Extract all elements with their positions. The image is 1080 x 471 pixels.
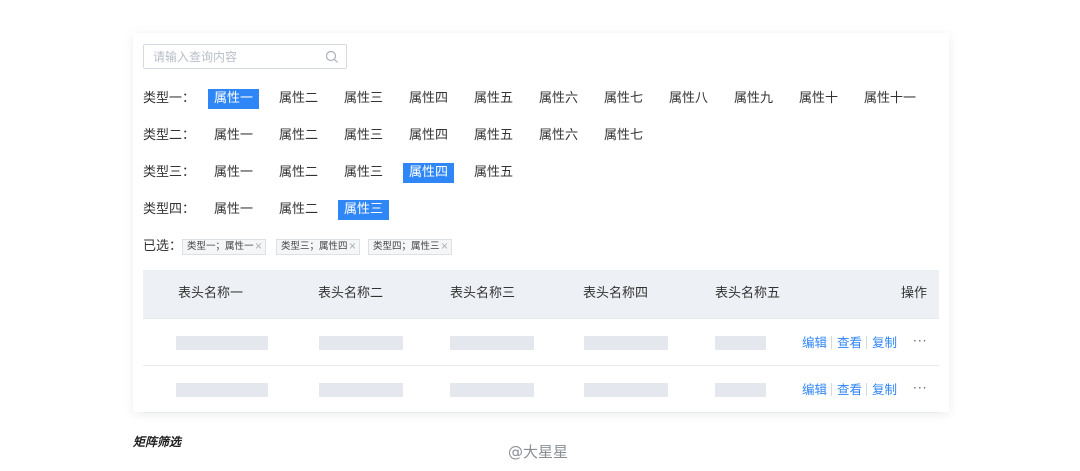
cell-placeholder [176, 383, 268, 397]
close-icon[interactable]: × [349, 241, 357, 252]
selected-chip: 类型四；属性三× [368, 239, 453, 255]
cell-placeholder [450, 336, 534, 350]
filter-label: 类型一： [143, 91, 196, 106]
filter-option[interactable]: 属性五 [468, 163, 519, 183]
edit-link[interactable]: 编辑 [802, 366, 827, 413]
filter-option[interactable]: 属性四 [403, 126, 454, 146]
cell-placeholder [319, 336, 403, 350]
edit-link[interactable]: 编辑 [802, 319, 827, 366]
filter-option[interactable]: 属性一 [208, 89, 260, 109]
divider [831, 336, 832, 349]
cell-placeholder [450, 383, 534, 397]
column-header[interactable]: 表头名称四 [583, 270, 648, 318]
filter-option[interactable]: 属性十一 [858, 89, 922, 109]
filter-card: 类型一： 属性一 属性二 属性三 属性四 属性五 属性六 属性七 属性八 属性九… [133, 33, 949, 413]
cell-placeholder [715, 336, 766, 350]
search-icon[interactable] [325, 50, 339, 64]
filter-option[interactable]: 属性六 [533, 89, 584, 109]
table-header: 表头名称一 表头名称二 表头名称三 表头名称四 表头名称五 操作 [143, 270, 939, 318]
filter-option[interactable]: 属性一 [208, 200, 259, 220]
cell-placeholder [715, 383, 766, 397]
chip-label: 类型四；属性三 [373, 241, 440, 252]
filter-option[interactable]: 属性二 [273, 163, 324, 183]
divider [831, 383, 832, 396]
selected-chip: 类型三；属性四× [276, 239, 361, 255]
view-link[interactable]: 查看 [837, 319, 862, 366]
copy-link[interactable]: 复制 [872, 319, 897, 366]
view-link[interactable]: 查看 [837, 366, 862, 413]
close-icon[interactable]: × [441, 241, 449, 252]
filter-label: 类型三： [143, 165, 196, 180]
filter-option[interactable]: 属性五 [468, 126, 519, 146]
table-row: 编辑 查看 复制 ··· [143, 366, 939, 413]
watermark: @大星星 [508, 443, 569, 461]
filter-option[interactable]: 属性三 [338, 126, 389, 146]
search-box [143, 44, 347, 69]
filter-option[interactable]: 属性一 [208, 126, 259, 146]
more-icon[interactable]: ··· [913, 366, 927, 410]
filter-option[interactable]: 属性五 [468, 89, 519, 109]
more-icon[interactable]: ··· [913, 319, 927, 363]
filter-option[interactable]: 属性二 [273, 200, 324, 220]
filter-label: 类型四： [143, 202, 196, 217]
filter-option[interactable]: 属性十 [793, 89, 844, 109]
filter-option[interactable]: 属性一 [208, 163, 259, 183]
cell-placeholder [319, 383, 403, 397]
filter-option[interactable]: 属性三 [338, 200, 390, 220]
selected-label: 已选： [143, 239, 183, 254]
search-input[interactable] [144, 45, 323, 68]
cell-placeholder [584, 383, 668, 397]
column-header[interactable]: 表头名称二 [318, 270, 383, 318]
column-header-actions: 操作 [901, 286, 928, 301]
filter-option[interactable]: 属性七 [598, 126, 649, 146]
column-header[interactable]: 表头名称五 [715, 270, 780, 318]
chip-label: 类型一；属性一 [187, 241, 254, 252]
filter-label: 类型二： [143, 128, 196, 143]
column-header[interactable]: 表头名称三 [450, 270, 515, 318]
filter-option[interactable]: 属性八 [663, 89, 714, 109]
caption: 矩阵筛选 [133, 435, 182, 449]
filter-option[interactable]: 属性三 [338, 89, 389, 109]
selected-chip: 类型一；属性一× [182, 239, 267, 255]
filter-option[interactable]: 属性四 [403, 89, 454, 109]
cell-placeholder [176, 336, 268, 350]
table-row: 编辑 查看 复制 ··· [143, 319, 939, 366]
divider [866, 383, 867, 396]
divider [866, 336, 867, 349]
column-header[interactable]: 表头名称一 [178, 270, 243, 318]
filter-option[interactable]: 属性七 [598, 89, 649, 109]
filter-option[interactable]: 属性二 [273, 126, 324, 146]
close-icon[interactable]: × [255, 241, 263, 252]
filter-option[interactable]: 属性三 [338, 163, 389, 183]
cell-placeholder [584, 336, 668, 350]
chip-label: 类型三；属性四 [281, 241, 348, 252]
filter-option[interactable]: 属性九 [728, 89, 779, 109]
filter-option[interactable]: 属性四 [403, 163, 455, 183]
copy-link[interactable]: 复制 [872, 366, 897, 413]
filter-option[interactable]: 属性二 [273, 89, 324, 109]
filter-option[interactable]: 属性六 [533, 126, 584, 146]
